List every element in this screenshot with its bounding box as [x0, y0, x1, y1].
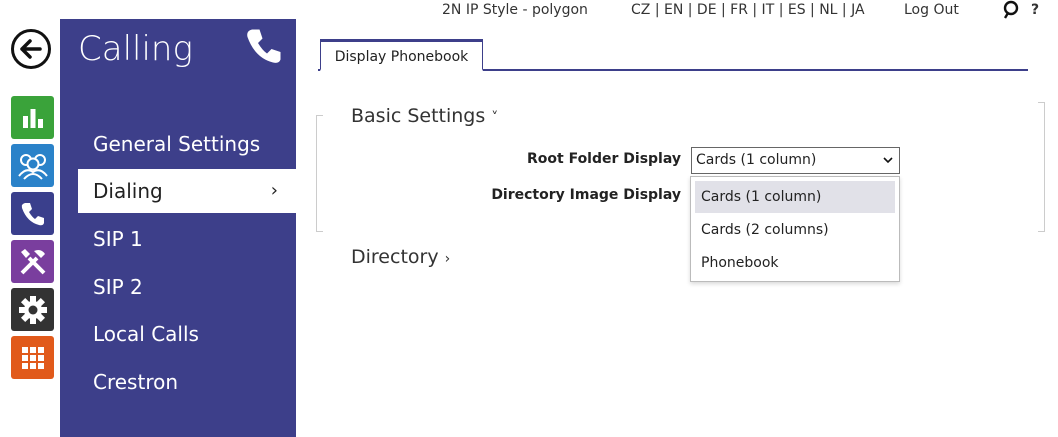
- root-folder-display-select[interactable]: Cards (1 column): [691, 147, 900, 174]
- dropdown-option-cards-2-columns[interactable]: Cards (2 columns): [695, 214, 895, 246]
- status-chart-icon[interactable]: [11, 96, 54, 139]
- select-value: Cards (1 column): [696, 152, 817, 168]
- gear-icon[interactable]: [11, 288, 54, 331]
- sidebar-item-label: SIP 1: [93, 227, 143, 251]
- tab-display-phonebook[interactable]: Display Phonebook: [320, 39, 483, 71]
- chevron-right-icon: ›: [270, 180, 278, 201]
- sidebar-title: Calling: [78, 29, 193, 69]
- section-basic-settings[interactable]: Basic Settings ˅: [351, 105, 498, 127]
- phone-icon[interactable]: [11, 192, 54, 235]
- chevron-down-icon: ˅: [491, 110, 499, 126]
- chevron-right-icon: ›: [444, 251, 451, 267]
- help-link[interactable]: ?: [1031, 2, 1039, 18]
- sidebar-item-label: Local Calls: [93, 322, 199, 346]
- section-bracket-left: [316, 115, 323, 232]
- section-bracket-right: [1038, 102, 1045, 232]
- sidebar-item-local-calls[interactable]: Local Calls: [78, 312, 296, 356]
- dropdown-option-cards-1-column[interactable]: Cards (1 column): [695, 181, 895, 213]
- section-title: Directory: [351, 246, 439, 268]
- device-name: 2N IP Style - polygon: [442, 2, 588, 18]
- users-icon[interactable]: [11, 144, 54, 187]
- sidebar-item-dialing[interactable]: Dialing ›: [78, 169, 296, 213]
- sidebar-item-crestron[interactable]: Crestron: [78, 360, 296, 404]
- grid-icon[interactable]: [11, 336, 54, 379]
- sidebar-item-label: General Settings: [93, 132, 261, 156]
- dropdown-option-phonebook[interactable]: Phonebook: [695, 247, 895, 279]
- section-title: Basic Settings: [351, 105, 486, 127]
- sidebar: Calling General Settings Dialing › SIP 1 …: [60, 19, 296, 437]
- logout-link[interactable]: Log Out: [904, 2, 959, 18]
- back-arrow-icon[interactable]: [11, 29, 51, 69]
- tools-icon[interactable]: [11, 240, 54, 283]
- sidebar-item-label: SIP 2: [93, 275, 143, 299]
- root-folder-display-label: Root Folder Display: [526, 151, 681, 167]
- sidebar-item-sip-2[interactable]: SIP 2: [78, 265, 296, 309]
- sidebar-item-general-settings[interactable]: General Settings: [78, 122, 296, 166]
- sidebar-item-label: Dialing: [93, 179, 163, 203]
- phone-icon: [243, 25, 285, 71]
- sidebar-item-label: Crestron: [93, 370, 179, 394]
- root-folder-dropdown-list: Cards (1 column) Cards (2 columns) Phone…: [690, 176, 900, 282]
- sidebar-item-sip-1[interactable]: SIP 1: [78, 217, 296, 261]
- directory-image-display-label: Directory Image Display: [491, 187, 681, 203]
- section-directory[interactable]: Directory ›: [351, 246, 450, 268]
- language-selector[interactable]: CZ | EN | DE | FR | IT | ES | NL | JA: [631, 2, 865, 18]
- search-icon[interactable]: [1002, 0, 1020, 24]
